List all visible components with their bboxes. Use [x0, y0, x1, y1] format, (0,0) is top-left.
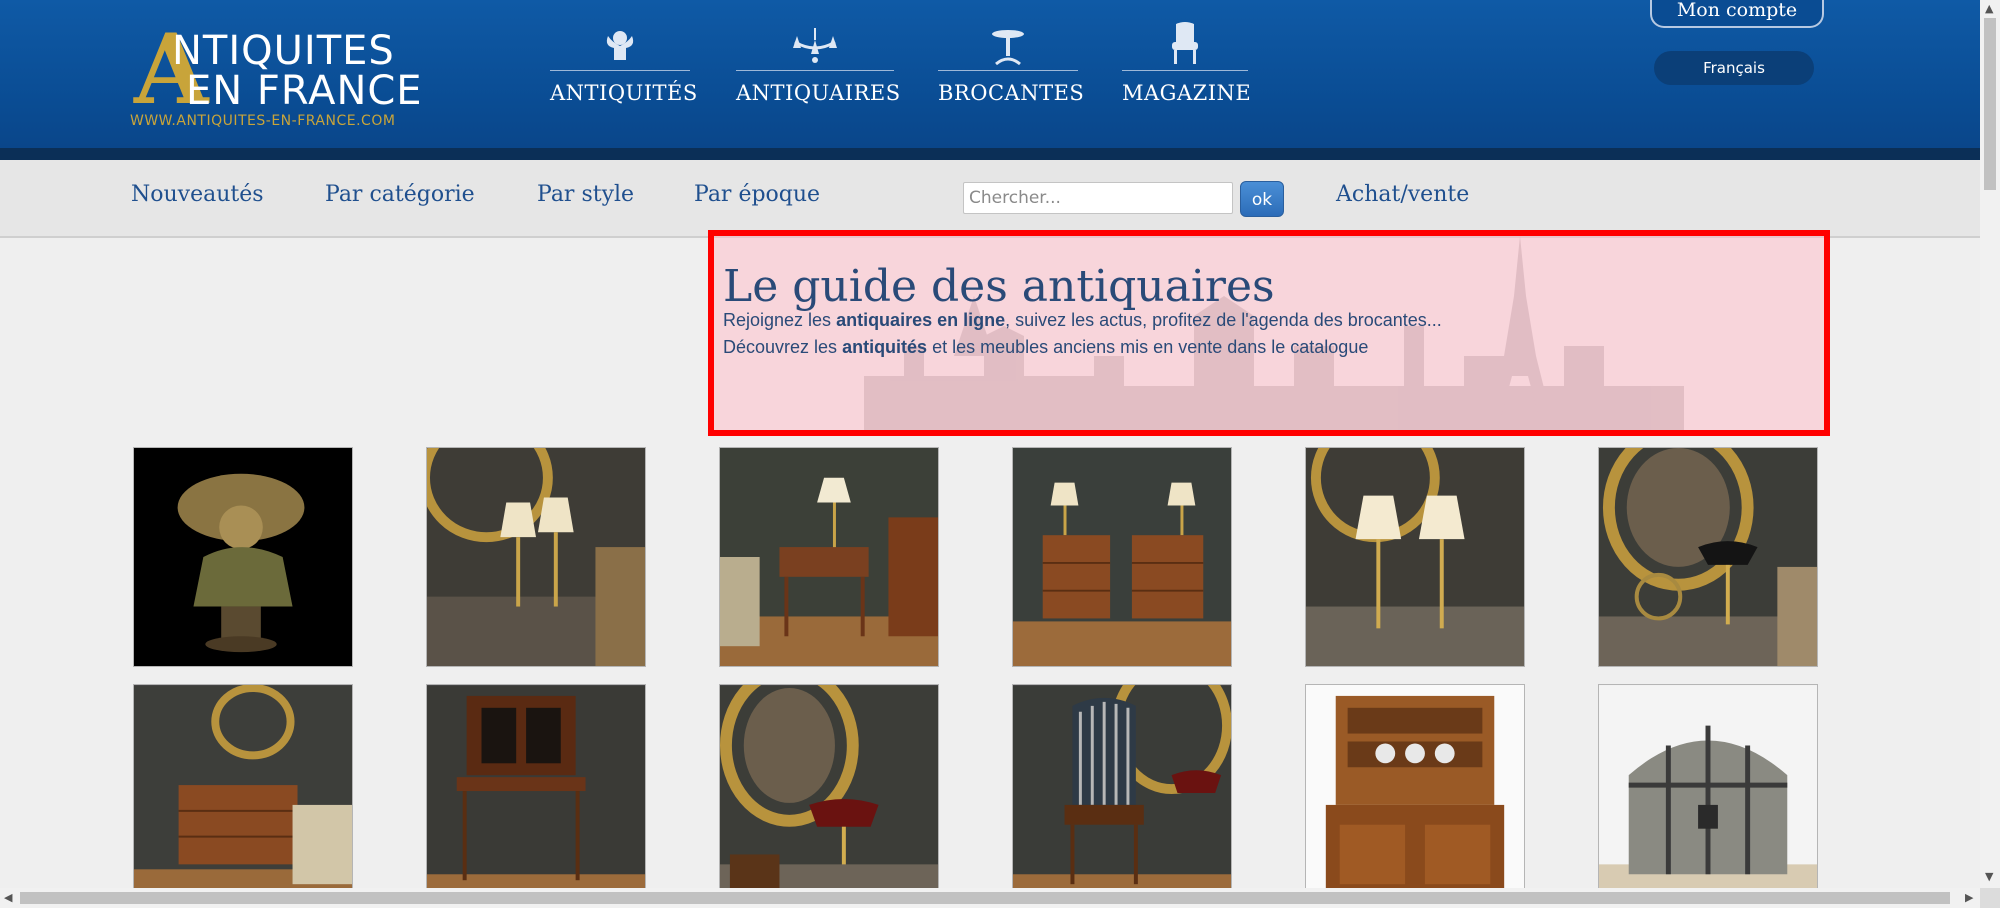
sub-nav: Nouveautés Par catégorie Par style Par é…	[0, 160, 1980, 238]
hero-bold-link[interactable]: antiquités	[842, 337, 927, 357]
nav-label: ANTIQUITÉS	[550, 81, 698, 105]
header-divider	[0, 148, 1980, 160]
horizontal-scrollbar[interactable]: ◀ ▶	[0, 888, 1980, 908]
scroll-down-icon[interactable]: ▼	[1985, 870, 1993, 883]
site-logo[interactable]: A NTIQUITES EN FRANCE WWW.ANTIQUITES-EN-…	[128, 22, 448, 132]
site-header: A NTIQUITES EN FRANCE WWW.ANTIQUITES-EN-…	[0, 0, 1980, 148]
nav-item-magazine[interactable]: MAGAZINE	[1122, 22, 1252, 114]
nav-rule	[938, 70, 1078, 71]
hero-bold-link[interactable]: antiquaires en ligne	[836, 310, 1005, 330]
product-thumbnail-bouillotte-lamp[interactable]	[1598, 447, 1818, 667]
armchair-icon	[1122, 22, 1248, 66]
hero-text: Rejoignez les	[723, 310, 837, 330]
product-thumbnail-bonheur-du-jour[interactable]	[426, 684, 646, 906]
scrollbar-corner	[1980, 888, 2000, 908]
product-thumbnail-nightstands[interactable]	[1012, 447, 1232, 667]
nav-rule	[1122, 70, 1248, 71]
nav-item-antiquites[interactable]: ANTIQUITÉS	[550, 24, 698, 114]
product-thumbnail-bronze-bust[interactable]	[133, 447, 353, 667]
subnav-link-par-epoque[interactable]: Par époque	[694, 182, 820, 207]
scroll-right-icon[interactable]: ▶	[1965, 891, 1973, 904]
subnav-link-par-categorie[interactable]: Par catégorie	[325, 182, 475, 207]
language-selector[interactable]: Français	[1654, 51, 1814, 85]
gueridon-table-icon	[938, 24, 1078, 66]
search-ok-button[interactable]: ok	[1240, 181, 1284, 217]
nav-item-brocantes[interactable]: BROCANTES	[938, 24, 1085, 114]
nav-label: ANTIQUAIRES	[736, 81, 901, 105]
subnav-link-par-style[interactable]: Par style	[537, 182, 634, 207]
nav-rule	[550, 70, 690, 71]
horizontal-scroll-thumb[interactable]	[20, 892, 1950, 904]
product-thumbnail-striped-chair[interactable]	[1012, 684, 1232, 906]
product-thumbnail-candle-lamps[interactable]	[1305, 447, 1525, 667]
nav-item-antiquaires[interactable]: ANTIQUAIRES	[736, 24, 901, 114]
subnav-link-achat-vente[interactable]: Achat/vente	[1336, 182, 1469, 207]
search-input[interactable]	[963, 182, 1233, 214]
scroll-up-icon[interactable]: ▲	[1985, 2, 1993, 15]
nav-label: BROCANTES	[938, 81, 1085, 105]
logo-url: WWW.ANTIQUITES-EN-FRANCE.COM	[130, 113, 396, 129]
vertical-scrollbar[interactable]: ▲ ▼	[1980, 0, 2000, 888]
nav-rule	[736, 70, 894, 71]
nav-label: MAGAZINE	[1122, 81, 1252, 105]
hero-text: , suivez les actus, profitez de l'agenda…	[1005, 310, 1442, 330]
hero-tagline-2: Découvrez les antiquités et les meubles …	[723, 337, 1368, 358]
scroll-left-icon[interactable]: ◀	[4, 891, 12, 904]
hero-text: Découvrez les	[723, 337, 843, 357]
product-thumbnail-side-table[interactable]	[719, 447, 939, 667]
chandelier-icon	[736, 24, 894, 66]
my-account-button[interactable]: Mon compte	[1650, 0, 1824, 28]
product-thumbnail-red-lamp[interactable]	[719, 684, 939, 906]
hero-title: Le guide des antiquaires	[723, 261, 1275, 312]
product-thumbnail-buffet-vaisselier[interactable]	[1305, 684, 1525, 906]
product-thumbnail-lamps[interactable]	[426, 447, 646, 667]
hero-text: et les meubles anciens mis en vente dans…	[927, 337, 1369, 357]
subnav-link-nouveautes[interactable]: Nouveautés	[131, 182, 264, 207]
product-thumbnail-commode[interactable]	[133, 684, 353, 906]
vertical-scroll-thumb[interactable]	[1984, 18, 1996, 190]
product-thumbnail-trunk[interactable]	[1598, 684, 1818, 906]
logo-line2: EN FRANCE	[186, 68, 423, 114]
hero-tagline-1: Rejoignez les antiquaires en ligne, suiv…	[723, 310, 1442, 331]
hero-banner: Le guide des antiquaires Rejoignez les a…	[708, 230, 1830, 436]
cherub-icon	[550, 24, 690, 66]
